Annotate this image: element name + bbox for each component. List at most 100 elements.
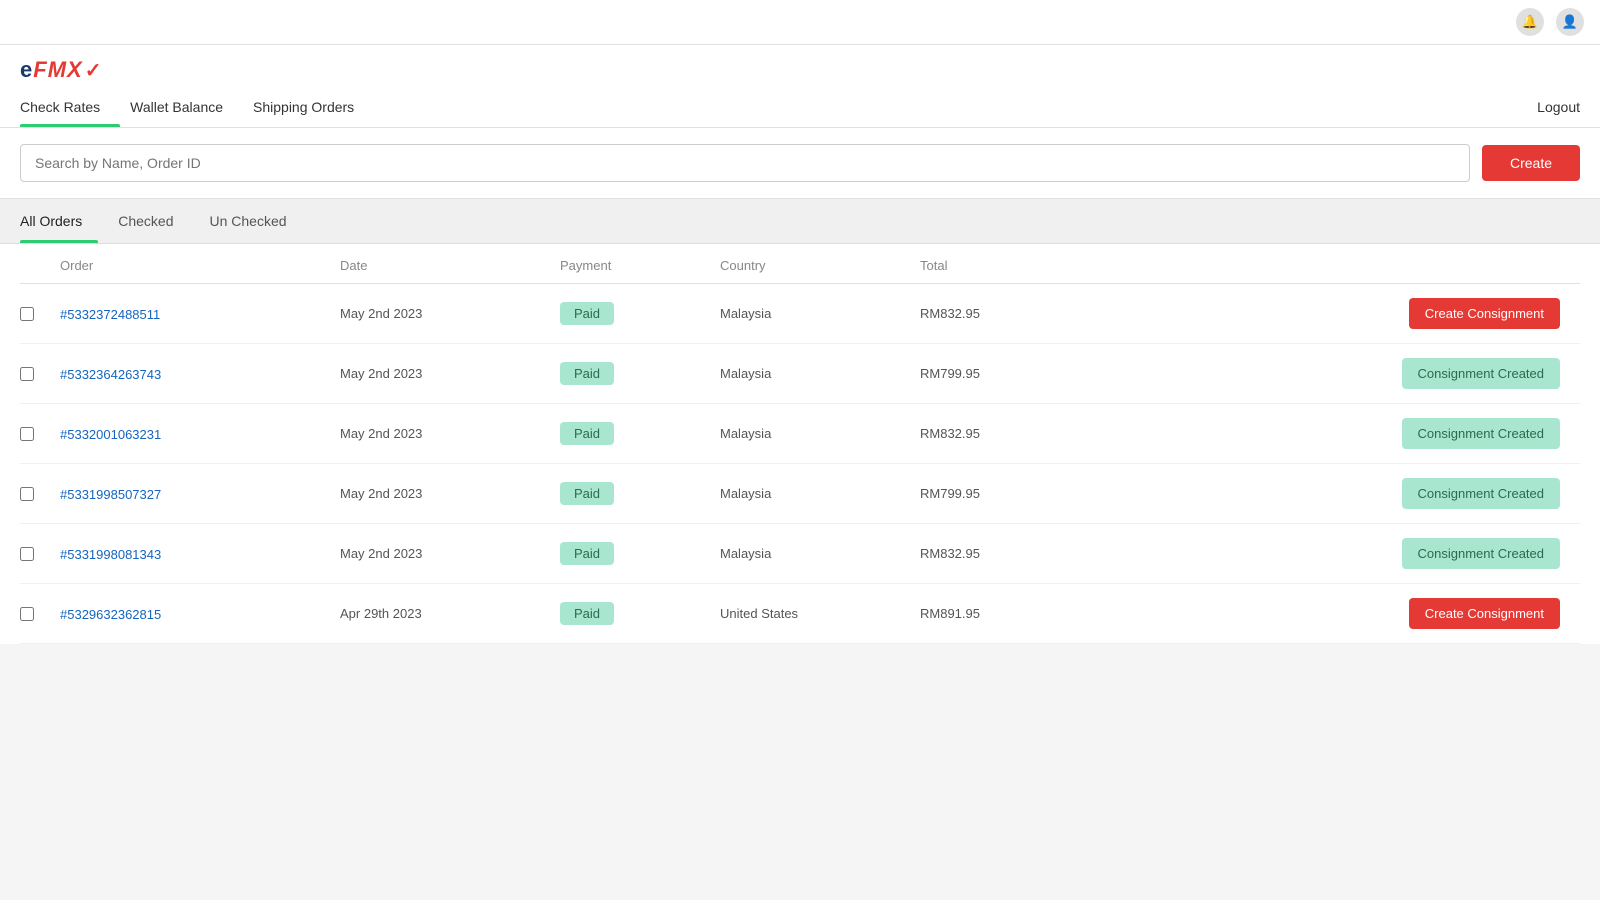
nav-wallet-balance[interactable]: Wallet Balance xyxy=(130,91,243,127)
order-link-5[interactable]: #5329632362815 xyxy=(60,607,161,622)
row-action: Consignment Created xyxy=(1060,358,1580,389)
row-country: Malaysia xyxy=(720,546,920,561)
header: eFMX ✓ Check Rates Wallet Balance Shippi… xyxy=(0,45,1600,128)
tab-unchecked[interactable]: Un Checked xyxy=(210,199,303,243)
row-checkbox-cell xyxy=(20,547,60,561)
row-action: Create Consignment xyxy=(1060,598,1580,629)
nav-check-rates[interactable]: Check Rates xyxy=(20,91,120,127)
paid-badge: Paid xyxy=(560,542,614,565)
row-payment: Paid xyxy=(560,302,720,325)
row-total: RM832.95 xyxy=(920,426,1060,441)
create-consignment-button[interactable]: Create Consignment xyxy=(1409,598,1560,629)
row-order-id: #5332001063231 xyxy=(60,426,340,442)
search-input[interactable] xyxy=(20,144,1470,182)
row-total: RM799.95 xyxy=(920,366,1060,381)
bell-icon[interactable]: 🔔 xyxy=(1516,8,1544,36)
col-payment: Payment xyxy=(560,258,720,273)
row-total: RM799.95 xyxy=(920,486,1060,501)
row-total: RM891.95 xyxy=(920,606,1060,621)
row-date: May 2nd 2023 xyxy=(340,366,560,381)
paid-badge: Paid xyxy=(560,482,614,505)
consignment-created-button[interactable]: Consignment Created xyxy=(1402,538,1560,569)
table-header: Order Date Payment Country Total xyxy=(20,244,1580,284)
paid-badge: Paid xyxy=(560,362,614,385)
row-action: Create Consignment xyxy=(1060,298,1580,329)
create-consignment-button[interactable]: Create Consignment xyxy=(1409,298,1560,329)
paid-badge: Paid xyxy=(560,422,614,445)
tabs-area: All Orders Checked Un Checked xyxy=(0,199,1600,244)
row-checkbox-cell xyxy=(20,367,60,381)
tab-all-orders[interactable]: All Orders xyxy=(20,199,98,243)
search-area: Create xyxy=(0,128,1600,199)
tab-checked[interactable]: Checked xyxy=(118,199,189,243)
row-payment: Paid xyxy=(560,482,720,505)
row-checkbox-3[interactable] xyxy=(20,487,34,501)
order-link-1[interactable]: #5332364263743 xyxy=(60,367,161,382)
row-checkbox-2[interactable] xyxy=(20,427,34,441)
row-order-id: #5332364263743 xyxy=(60,366,340,382)
row-date: May 2nd 2023 xyxy=(340,486,560,501)
row-date: May 2nd 2023 xyxy=(340,546,560,561)
row-country: Malaysia xyxy=(720,486,920,501)
nav-shipping-orders[interactable]: Shipping Orders xyxy=(253,91,374,127)
row-order-id: #5331998081343 xyxy=(60,546,340,562)
orders-table: Order Date Payment Country Total #533237… xyxy=(0,244,1600,644)
create-button[interactable]: Create xyxy=(1482,145,1580,181)
table-row: #5331998507327 May 2nd 2023 Paid Malaysi… xyxy=(20,464,1580,524)
logo-checkmark: ✓ xyxy=(85,58,102,83)
row-checkbox-cell xyxy=(20,487,60,501)
row-order-id: #5332372488511 xyxy=(60,306,340,322)
row-checkbox-cell xyxy=(20,607,60,621)
logo: eFMX ✓ xyxy=(20,57,1580,83)
row-checkbox-1[interactable] xyxy=(20,367,34,381)
table-row: #5332001063231 May 2nd 2023 Paid Malaysi… xyxy=(20,404,1580,464)
row-date: May 2nd 2023 xyxy=(340,306,560,321)
row-total: RM832.95 xyxy=(920,306,1060,321)
row-country: United States xyxy=(720,606,920,621)
row-country: Malaysia xyxy=(720,426,920,441)
row-action: Consignment Created xyxy=(1060,478,1580,509)
row-action: Consignment Created xyxy=(1060,418,1580,449)
table-row: #5332364263743 May 2nd 2023 Paid Malaysi… xyxy=(20,344,1580,404)
order-link-4[interactable]: #5331998081343 xyxy=(60,547,161,562)
row-checkbox-4[interactable] xyxy=(20,547,34,561)
order-link-3[interactable]: #5331998507327 xyxy=(60,487,161,502)
col-action xyxy=(1060,258,1580,273)
col-total: Total xyxy=(920,258,1060,273)
nav-row: Check Rates Wallet Balance Shipping Orde… xyxy=(20,91,1580,127)
consignment-created-button[interactable]: Consignment Created xyxy=(1402,358,1560,389)
table-row: #5332372488511 May 2nd 2023 Paid Malaysi… xyxy=(20,284,1580,344)
row-checkbox-0[interactable] xyxy=(20,307,34,321)
table-row: #5329632362815 Apr 29th 2023 Paid United… xyxy=(20,584,1580,644)
row-checkbox-cell xyxy=(20,427,60,441)
paid-badge: Paid xyxy=(560,302,614,325)
row-payment: Paid xyxy=(560,362,720,385)
order-link-0[interactable]: #5332372488511 xyxy=(60,307,160,322)
col-country: Country xyxy=(720,258,920,273)
main-nav: Check Rates Wallet Balance Shipping Orde… xyxy=(20,91,384,127)
table-row: #5331998081343 May 2nd 2023 Paid Malaysi… xyxy=(20,524,1580,584)
col-checkbox xyxy=(20,258,60,273)
row-action: Consignment Created xyxy=(1060,538,1580,569)
consignment-created-button[interactable]: Consignment Created xyxy=(1402,478,1560,509)
row-payment: Paid xyxy=(560,542,720,565)
row-payment: Paid xyxy=(560,602,720,625)
logo-text: eFMX xyxy=(20,57,83,83)
col-order: Order xyxy=(60,258,340,273)
col-date: Date xyxy=(340,258,560,273)
row-order-id: #5329632362815 xyxy=(60,606,340,622)
row-country: Malaysia xyxy=(720,366,920,381)
row-checkbox-cell xyxy=(20,307,60,321)
avatar-icon[interactable]: 👤 xyxy=(1556,8,1584,36)
row-payment: Paid xyxy=(560,422,720,445)
logout-button[interactable]: Logout xyxy=(1537,99,1580,127)
row-checkbox-5[interactable] xyxy=(20,607,34,621)
row-date: May 2nd 2023 xyxy=(340,426,560,441)
order-link-2[interactable]: #5332001063231 xyxy=(60,427,161,442)
consignment-created-button[interactable]: Consignment Created xyxy=(1402,418,1560,449)
table-body: #5332372488511 May 2nd 2023 Paid Malaysi… xyxy=(20,284,1580,644)
row-order-id: #5331998507327 xyxy=(60,486,340,502)
row-country: Malaysia xyxy=(720,306,920,321)
top-bar: 🔔 👤 xyxy=(0,0,1600,45)
top-bar-right: 🔔 👤 xyxy=(1516,8,1584,36)
